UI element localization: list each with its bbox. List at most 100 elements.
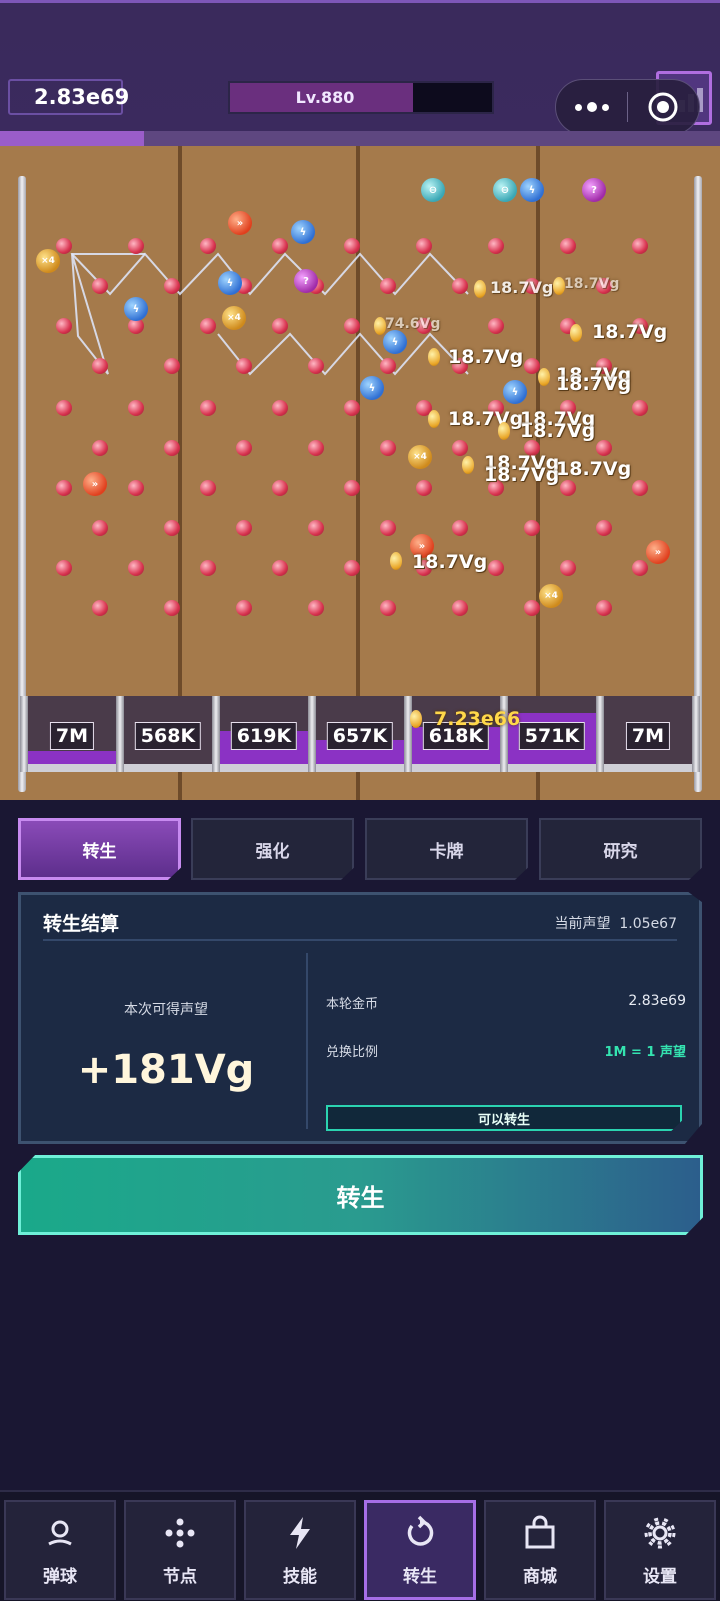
coin-counter: 2.83e69 (8, 79, 129, 115)
tab-cards[interactable]: 卡牌 (365, 818, 528, 880)
peg (236, 600, 252, 616)
lightning-ball: ϟ (520, 178, 544, 202)
mystery-ball: ? (294, 269, 318, 293)
target-close-icon (648, 92, 678, 122)
peg (272, 318, 288, 334)
gear-icon (644, 1517, 676, 1548)
multiplier-ball: ×4 (36, 249, 60, 273)
rebirth-settlement-panel: 转生结算 当前声望 1.05e67 本次可得声望 +181Vg 本轮金币 2.8… (18, 892, 702, 1144)
peg (308, 600, 324, 616)
multiplier-ball: ×4 (539, 584, 563, 608)
coin-amount: 2.83e69 (34, 85, 130, 109)
bucket-label: 7M (49, 722, 95, 750)
nav-skills[interactable]: 技能 (244, 1500, 356, 1600)
score-bucket: 571K (508, 696, 596, 772)
more-menu-button[interactable] (556, 102, 627, 112)
current-prestige: 当前声望 1.05e67 (554, 913, 677, 933)
close-target-button[interactable] (628, 91, 699, 123)
reward-popup: 18.7Vg (520, 420, 596, 442)
level-bar: Lv.880 (228, 81, 494, 114)
peg (272, 238, 288, 254)
peg (560, 480, 576, 496)
peg (272, 560, 288, 576)
bottom-nav: 弹球 节点 技能 转生 商城 设置 (0, 1490, 720, 1601)
score-bucket: 7M (604, 696, 692, 772)
peg (416, 480, 432, 496)
peg (200, 560, 216, 576)
coin-icon (428, 348, 440, 366)
nav-nodes[interactable]: 节点 (124, 1500, 236, 1600)
peg (200, 238, 216, 254)
nav-shop[interactable]: 商城 (484, 1500, 596, 1600)
bucket-label: 7M (625, 722, 671, 750)
tab-upgrade[interactable]: 强化 (191, 818, 354, 880)
score-bucket: 657K (316, 696, 404, 772)
peg (488, 560, 504, 576)
rebirth-button[interactable]: 转生 (18, 1155, 703, 1235)
gain-label: 本次可得声望 (124, 1002, 208, 1018)
peg (344, 238, 360, 254)
peg (380, 440, 396, 456)
peg (56, 560, 72, 576)
peg (56, 480, 72, 496)
peg (488, 238, 504, 254)
peg (524, 520, 540, 536)
exchange-ratio-row: 兑换比例 1M = 1 声望 (326, 1041, 686, 1060)
bucket-label: 568K (134, 722, 202, 750)
coin-icon (498, 422, 510, 440)
bucket-base (220, 764, 308, 772)
nodes-icon (165, 1518, 195, 1547)
fire-ball: » (83, 472, 107, 496)
bucket-divider (404, 696, 412, 772)
peg (596, 520, 612, 536)
bucket-fill (28, 750, 116, 764)
nav-label: 弹球 (43, 1566, 77, 1587)
coin-icon (538, 368, 550, 386)
jackpot-popup: 7.23e66 (434, 708, 521, 730)
peg (416, 238, 432, 254)
peg (452, 600, 468, 616)
rebirth-icon (407, 1515, 434, 1546)
panel-title: 转生结算 (43, 913, 120, 935)
peg (380, 600, 396, 616)
bucket-base (28, 764, 116, 772)
lightning-ball: ϟ (124, 297, 148, 321)
nav-settings[interactable]: 设置 (604, 1500, 716, 1600)
peg (56, 318, 72, 334)
peg (596, 600, 612, 616)
nav-label: 商城 (523, 1566, 557, 1587)
peg (236, 520, 252, 536)
peg (308, 520, 324, 536)
coin-icon (570, 324, 582, 342)
peg (524, 358, 540, 374)
divider (43, 939, 677, 941)
peg (632, 560, 648, 576)
peg (92, 440, 108, 456)
fire-ball: » (646, 540, 670, 564)
bucket-label: 571K (518, 722, 586, 750)
peg (200, 318, 216, 334)
top-header: 2.83e69 Lv.880 (0, 0, 720, 149)
tab-research[interactable]: 研究 (539, 818, 702, 880)
bucket-base (508, 764, 596, 772)
reward-popup: 74.6Vg (385, 316, 441, 332)
peg (560, 238, 576, 254)
bucket-base (316, 764, 404, 772)
coin-icon (474, 280, 486, 298)
current-prestige-label: 当前声望 (554, 916, 611, 932)
peg (560, 560, 576, 576)
peg (128, 480, 144, 496)
peg (164, 520, 180, 536)
peg (344, 560, 360, 576)
tab-rebirth[interactable]: 转生 (18, 818, 181, 880)
reward-popup: 18.7Vg (490, 278, 554, 297)
nav-label: 节点 (163, 1566, 197, 1587)
shield-ball: ⊖ (493, 178, 517, 202)
peg (380, 278, 396, 294)
peg (344, 318, 360, 334)
score-buckets: 7M 568K 619K 657K 618K 571K 7M (20, 696, 700, 772)
nav-rebirth[interactable]: 转生 (364, 1500, 476, 1600)
peg (164, 440, 180, 456)
nav-pinball[interactable]: 弹球 (4, 1500, 116, 1600)
peg (164, 600, 180, 616)
